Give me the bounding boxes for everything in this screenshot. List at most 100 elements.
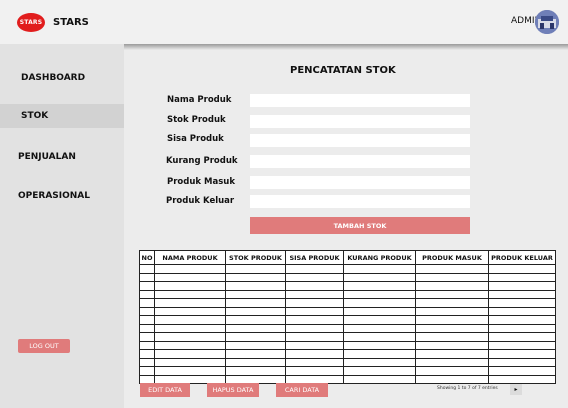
table-cell <box>285 366 344 376</box>
table-cell <box>139 340 155 350</box>
table-cell <box>139 281 155 291</box>
sidebar-item-label: DASHBOARD <box>21 73 86 83</box>
tambah-stok-button[interactable]: TAMBAH STOK <box>250 217 470 234</box>
table-cell <box>343 366 416 376</box>
table-cell <box>488 315 556 325</box>
table-cell <box>285 349 344 359</box>
table-row[interactable] <box>139 374 556 384</box>
table-row[interactable] <box>139 332 556 342</box>
table-row[interactable] <box>139 272 556 282</box>
table-row[interactable] <box>139 340 556 350</box>
table-row[interactable] <box>139 281 556 291</box>
table-cell <box>415 340 489 350</box>
table-cell <box>343 315 416 325</box>
sidebar-item-dashboard[interactable]: DASHBOARD <box>0 66 124 90</box>
table-cell <box>225 366 286 376</box>
sidebar-item-label: OPERASIONAL <box>18 191 91 201</box>
table-cell <box>225 332 286 342</box>
table-row[interactable] <box>139 366 556 376</box>
table-cell <box>415 264 489 274</box>
table-row[interactable] <box>139 306 556 316</box>
table-cell <box>225 323 286 333</box>
table-cell <box>225 281 286 291</box>
sidebar-item-penjualan[interactable]: PENJUALAN <box>0 145 124 169</box>
table-cell <box>343 306 416 316</box>
table-cell <box>139 264 155 274</box>
table-cell <box>225 272 286 282</box>
header-shadow <box>124 44 568 50</box>
table-row[interactable] <box>139 298 556 308</box>
produk-masuk-input[interactable] <box>250 176 470 189</box>
table-cell <box>488 366 556 376</box>
table-row[interactable] <box>139 349 556 359</box>
avatar[interactable] <box>535 10 559 34</box>
table-cell <box>343 332 416 342</box>
table-cell <box>415 306 489 316</box>
table-cell <box>225 357 286 367</box>
table-cell <box>225 289 286 299</box>
cari-data-button[interactable]: CARI DATA <box>276 383 328 397</box>
table-cell <box>343 264 416 274</box>
table-cell <box>415 357 489 367</box>
stock-table: NO NAMA PRODUK STOK PRODUK SISA PRODUK K… <box>139 250 556 384</box>
table-cell <box>488 264 556 274</box>
stok-produk-input[interactable] <box>250 115 470 128</box>
table-cell <box>343 281 416 291</box>
table-row[interactable] <box>139 315 556 325</box>
table-cell <box>285 340 344 350</box>
table-cell <box>154 315 226 325</box>
table-cell <box>488 298 556 308</box>
edit-data-button[interactable]: EDIT DATA <box>140 383 190 397</box>
table-row[interactable] <box>139 264 556 274</box>
kurang-produk-input[interactable] <box>250 155 470 168</box>
table-cell <box>154 264 226 274</box>
table-cell <box>285 298 344 308</box>
table-header-row: NO NAMA PRODUK STOK PRODUK SISA PRODUK K… <box>139 250 556 265</box>
table-cell <box>139 306 155 316</box>
sidebar-item-operasional[interactable]: OPERASIONAL <box>0 184 124 208</box>
logout-button[interactable]: LOG OUT <box>18 339 70 353</box>
table-row[interactable] <box>139 357 556 367</box>
table-cell <box>343 323 416 333</box>
produk-keluar-input[interactable] <box>250 195 470 208</box>
table-cell <box>415 289 489 299</box>
logo: STARS <box>17 13 45 32</box>
table-cell <box>488 357 556 367</box>
field-label-kurang-produk: Kurang Produk <box>166 156 238 166</box>
table-cell <box>415 272 489 282</box>
sidebar <box>0 44 124 408</box>
table-row[interactable] <box>139 289 556 299</box>
table-cell <box>154 298 226 308</box>
table-cell <box>343 289 416 299</box>
table-cell <box>343 374 416 384</box>
table-cell <box>415 366 489 376</box>
next-page-button[interactable]: ▸ <box>510 384 522 395</box>
table-cell <box>139 289 155 299</box>
table-cell <box>285 357 344 367</box>
sisa-produk-input[interactable] <box>250 134 470 147</box>
table-cell <box>488 374 556 384</box>
table-cell <box>488 332 556 342</box>
table-cell <box>285 315 344 325</box>
table-cell <box>415 315 489 325</box>
sidebar-item-stok[interactable]: STOK <box>0 104 124 128</box>
page-title: PENCATATAN STOK <box>290 65 396 76</box>
table-cell <box>285 306 344 316</box>
table-cell <box>225 264 286 274</box>
table-cell <box>225 315 286 325</box>
table-row[interactable] <box>139 323 556 333</box>
table-cell <box>285 289 344 299</box>
table-cell <box>154 357 226 367</box>
sidebar-item-label: STOK <box>21 111 49 121</box>
table-cell <box>488 272 556 282</box>
field-label-produk-keluar: Produk Keluar <box>166 196 235 206</box>
table-cell <box>154 349 226 359</box>
table-cell <box>343 340 416 350</box>
table-cell <box>415 374 489 384</box>
column-header: NAMA PRODUK <box>154 250 226 265</box>
hapus-data-button[interactable]: HAPUS DATA <box>207 383 259 397</box>
column-header: PRODUK MASUK <box>415 250 489 265</box>
field-label-stok-produk: Stok Produk <box>167 115 226 125</box>
table-cell <box>139 323 155 333</box>
nama-produk-input[interactable] <box>250 94 470 107</box>
